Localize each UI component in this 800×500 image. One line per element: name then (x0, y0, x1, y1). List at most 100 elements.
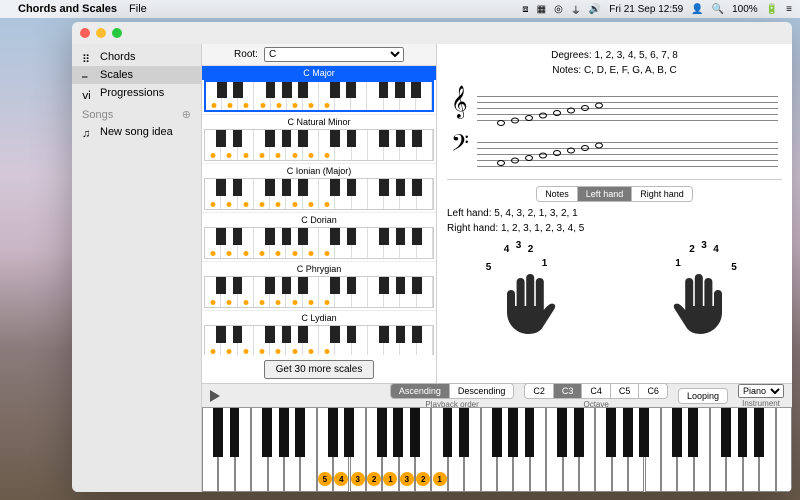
ascending-button[interactable]: Ascending (391, 384, 450, 398)
play-button[interactable] (210, 390, 220, 402)
black-key[interactable] (393, 408, 403, 457)
user-icon[interactable]: 👤 (691, 4, 703, 15)
playback-controls: Ascending Descending Playback order C2C3… (202, 383, 792, 407)
scale-item[interactable]: C Lydian (202, 311, 436, 355)
looping-button[interactable]: Looping (679, 389, 727, 403)
black-key[interactable] (328, 408, 338, 457)
battery-icon[interactable]: 🔋 (766, 4, 778, 15)
note-icon (511, 118, 519, 124)
black-key[interactable] (525, 408, 535, 457)
get-more-scales-button[interactable]: Get 30 more scales (264, 360, 375, 379)
menu-icon[interactable]: ≡ (786, 4, 792, 15)
scale-item[interactable]: C Major (202, 66, 436, 115)
black-key[interactable] (230, 408, 240, 457)
staff-view: 𝄞 𝄢 (447, 80, 782, 180)
finger-dot: 3 (351, 472, 365, 486)
black-key[interactable] (721, 408, 731, 457)
right-hand-diagram: 1 2 3 4 5 (643, 244, 753, 344)
black-key[interactable] (754, 408, 764, 457)
scale-item[interactable]: C Phrygian (202, 262, 436, 311)
black-key[interactable] (688, 408, 698, 457)
octave-C2[interactable]: C2 (525, 384, 554, 398)
scale-item[interactable]: C Natural Minor (202, 115, 436, 164)
octave-C3[interactable]: C3 (554, 384, 583, 398)
finger-dot: 2 (416, 472, 430, 486)
root-select[interactable]: C (264, 47, 404, 62)
scale-item[interactable]: C Dorian (202, 213, 436, 262)
scale-name: C Major (202, 66, 436, 80)
octave-C5[interactable]: C5 (611, 384, 640, 398)
hand-icon (658, 258, 738, 338)
scale-item[interactable]: C Ionian (Major) (202, 164, 436, 213)
volume-icon[interactable]: 🔊 (589, 4, 601, 15)
battery-text: 100% (732, 4, 758, 15)
finger-dot: 1 (383, 472, 397, 486)
sidebar-item-chords[interactable]: ⠿Chords (72, 48, 201, 66)
right-hand-label: Right hand: (447, 223, 498, 234)
large-keyboard[interactable]: 54321321 (202, 407, 792, 492)
black-key[interactable] (262, 408, 272, 457)
label: Scales (100, 69, 133, 81)
maximize-icon[interactable] (112, 28, 122, 38)
add-song-icon[interactable]: ⊕ (182, 108, 191, 121)
chords-icon: ⠿ (82, 53, 94, 61)
note-icon (595, 103, 603, 109)
app-name[interactable]: Chords and Scales (18, 3, 117, 15)
scale-detail: Degrees: 1, 2, 3, 4, 5, 6, 7, 8 Notes: C… (437, 44, 792, 383)
note-icon (525, 155, 533, 161)
playback-order-seg: Ascending Descending (390, 383, 515, 399)
tab-notes[interactable]: Notes (537, 187, 578, 201)
notes-label: Notes: (552, 65, 581, 76)
black-key[interactable] (623, 408, 633, 457)
black-key[interactable] (295, 408, 305, 457)
finger-num: 3 (516, 240, 522, 251)
black-key[interactable] (377, 408, 387, 457)
tab-left-hand[interactable]: Left hand (578, 187, 633, 201)
search-icon[interactable]: 🔍 (712, 4, 724, 15)
black-key[interactable] (459, 408, 469, 457)
clock[interactable]: Fri 21 Sep 12:59 (609, 4, 683, 15)
macos-menubar: Chords and Scales File ⧈ ▦ ◎ ⏚ 🔊 Fri 21 … (0, 0, 800, 18)
instrument-select[interactable]: Piano (738, 384, 784, 398)
circle-icon[interactable]: ◎ (554, 4, 563, 15)
black-key[interactable] (738, 408, 748, 457)
label: Songs (82, 109, 113, 121)
hand-tabs: Notes Left hand Right hand (536, 186, 693, 202)
black-key[interactable] (557, 408, 567, 457)
tab-right-hand[interactable]: Right hand (632, 187, 692, 201)
menu-file[interactable]: File (129, 3, 147, 15)
black-key[interactable] (639, 408, 649, 457)
black-key[interactable] (508, 408, 518, 457)
song-icon: ♫ (82, 128, 94, 136)
dropbox-icon[interactable]: ⧈ (522, 4, 528, 15)
octave-C6[interactable]: C6 (639, 384, 667, 398)
note-icon (553, 110, 561, 116)
descending-button[interactable]: Descending (450, 384, 514, 398)
scale-name: C Phrygian (202, 262, 436, 276)
note-icon (581, 105, 589, 111)
sidebar-item-song[interactable]: ♫ New song idea (72, 123, 201, 141)
black-key[interactable] (492, 408, 502, 457)
black-key[interactable] (606, 408, 616, 457)
octave-C4[interactable]: C4 (582, 384, 611, 398)
hand-icon (491, 258, 571, 338)
white-key[interactable] (776, 408, 792, 492)
black-key[interactable] (344, 408, 354, 457)
black-key[interactable] (672, 408, 682, 457)
black-key[interactable] (574, 408, 584, 457)
note-icon (567, 148, 575, 154)
label: New song idea (100, 126, 173, 138)
sidebar-item-scales[interactable]: ⎯Scales (72, 66, 201, 84)
root-label: Root: (234, 49, 258, 60)
sidebar-item-progressions[interactable]: ⅵProgressions (72, 84, 201, 102)
wifi-icon[interactable]: ⏚ (571, 2, 581, 17)
close-icon[interactable] (80, 28, 90, 38)
black-key[interactable] (443, 408, 453, 457)
minimize-icon[interactable] (96, 28, 106, 38)
right-hand-fingers: 1, 2, 3, 1, 2, 3, 4, 5 (501, 223, 584, 234)
black-key[interactable] (279, 408, 289, 457)
black-key[interactable] (213, 408, 223, 457)
grid-icon[interactable]: ▦ (537, 4, 546, 15)
notes-value: C, D, E, F, G, A, B, C (584, 65, 677, 76)
black-key[interactable] (410, 408, 420, 457)
